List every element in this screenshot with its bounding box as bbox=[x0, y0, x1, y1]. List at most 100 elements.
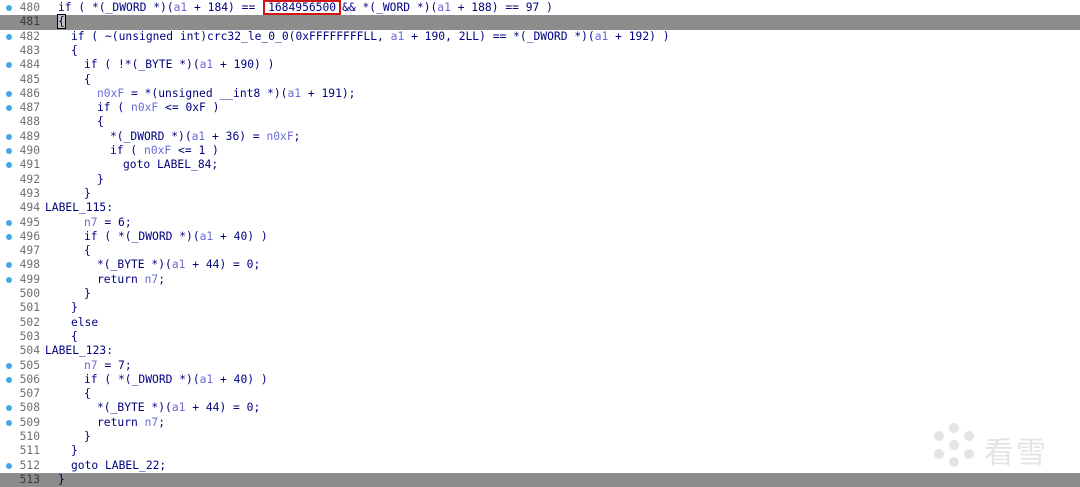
breakpoint-dot-icon[interactable] bbox=[6, 362, 12, 369]
code-text[interactable]: { bbox=[84, 244, 91, 258]
line-number: 508 bbox=[19, 401, 40, 415]
code-line-483[interactable]: 483 { bbox=[0, 44, 1080, 58]
line-number: 482 bbox=[19, 29, 40, 43]
code-line-511[interactable]: 511} bbox=[0, 444, 1080, 458]
code-text[interactable]: } bbox=[71, 301, 78, 315]
code-text[interactable]: goto LABEL_84; bbox=[123, 158, 218, 172]
code-text[interactable]: if ( n0xF <= 1 ) bbox=[110, 144, 219, 158]
code-text[interactable]: } bbox=[71, 444, 78, 458]
code-text[interactable]: } bbox=[84, 430, 91, 444]
code-text[interactable]: LABEL_123: bbox=[45, 344, 113, 358]
code-line-489[interactable]: 489 *(_DWORD *)(a1 + 36) = n0xF; bbox=[0, 130, 1080, 144]
code-text[interactable]: return n7; bbox=[97, 416, 165, 430]
breakpoint-dot-icon[interactable] bbox=[6, 419, 12, 426]
breakpoint-dot-icon[interactable] bbox=[6, 262, 12, 269]
code-line-501[interactable]: 501} bbox=[0, 301, 1080, 315]
code-token: + 191); bbox=[301, 86, 356, 100]
code-line-484[interactable]: 484 if ( !*(_BYTE *)(a1 + 190) ) bbox=[0, 58, 1080, 72]
code-line-506[interactable]: 506 if ( *(_DWORD *)(a1 + 40) ) bbox=[0, 373, 1080, 387]
code-line-509[interactable]: 509 return n7; bbox=[0, 416, 1080, 430]
breakpoint-dot-icon[interactable] bbox=[6, 376, 12, 383]
code-line-499[interactable]: 499 return n7; bbox=[0, 273, 1080, 287]
code-text[interactable]: if ( ~(unsigned int)crc32_le_0_0(0xFFFFF… bbox=[71, 30, 670, 44]
line-number: 492 bbox=[19, 172, 40, 186]
breakpoint-dot-icon[interactable] bbox=[6, 405, 12, 412]
code-line-508[interactable]: 508 *(_BYTE *)(a1 + 44) = 0; bbox=[0, 401, 1080, 415]
code-line-496[interactable]: 496 if ( *(_DWORD *)(a1 + 40) ) bbox=[0, 230, 1080, 244]
code-line-495[interactable]: 495 n7 = 6; bbox=[0, 216, 1080, 230]
breakpoint-dot-icon[interactable] bbox=[6, 148, 12, 154]
code-text[interactable]: if ( *(_DWORD *)(a1 + 40) ) bbox=[84, 373, 268, 387]
code-text[interactable]: { bbox=[97, 115, 104, 129]
breakpoint-dot-icon[interactable] bbox=[6, 462, 12, 469]
code-text[interactable]: } bbox=[58, 473, 65, 487]
breakpoint-dot-icon[interactable] bbox=[6, 233, 12, 240]
code-line-487[interactable]: 487 if ( n0xF <= 0xF ) bbox=[0, 101, 1080, 115]
code-line-503[interactable]: 503 { bbox=[0, 330, 1080, 344]
code-text[interactable]: n0xF = *(unsigned __int8 *)(a1 + 191); bbox=[97, 87, 355, 101]
code-text[interactable]: { bbox=[71, 44, 78, 58]
code-token: *(_DWORD *)( bbox=[110, 129, 192, 143]
breakpoint-dot-icon[interactable] bbox=[6, 219, 12, 226]
code-text[interactable]: if ( n0xF <= 0xF ) bbox=[97, 101, 219, 115]
breakpoint-dot-icon[interactable] bbox=[6, 5, 12, 11]
code-token: if ( bbox=[110, 144, 145, 157]
code-text[interactable]: { bbox=[71, 330, 78, 344]
code-line-491[interactable]: 491 goto LABEL_84; bbox=[0, 158, 1080, 172]
code-token: goto LABEL_84; bbox=[123, 158, 219, 172]
code-line-505[interactable]: 505 n7 = 7; bbox=[0, 359, 1080, 373]
code-text[interactable]: n7 = 6; bbox=[84, 216, 132, 230]
breakpoint-dot-icon[interactable] bbox=[6, 276, 12, 283]
code-text[interactable]: goto LABEL_22; bbox=[71, 459, 166, 473]
code-text[interactable]: LABEL_115: bbox=[45, 201, 113, 215]
breakpoint-dot-icon[interactable] bbox=[6, 162, 12, 169]
breakpoint-dot-icon[interactable] bbox=[6, 90, 12, 97]
breakpoint-dot-icon[interactable] bbox=[6, 133, 12, 140]
code-text[interactable]: *(_BYTE *)(a1 + 44) = 0; bbox=[97, 401, 260, 415]
code-token: + 192) ) bbox=[608, 29, 670, 43]
code-line-481[interactable]: 481 { bbox=[0, 14, 1080, 30]
code-text[interactable]: *(_DWORD *)(a1 + 36) = n0xF; bbox=[110, 130, 300, 144]
code-text[interactable]: { bbox=[57, 14, 66, 30]
code-text[interactable]: *(_BYTE *)(a1 + 44) = 0; bbox=[97, 258, 260, 272]
code-line-493[interactable]: 493} bbox=[0, 187, 1080, 201]
code-text[interactable]: } bbox=[84, 187, 91, 201]
code-text[interactable]: { bbox=[84, 387, 91, 401]
code-line-492[interactable]: 492} bbox=[0, 173, 1080, 187]
code-line-480[interactable]: 480 if ( *(_DWORD *)(a1 + 184) == 1684956… bbox=[0, 0, 1080, 15]
code-line-490[interactable]: 490 if ( n0xF <= 1 ) bbox=[0, 144, 1080, 158]
variable-token: n7 bbox=[84, 358, 98, 372]
pseudocode-view[interactable]: 480 if ( *(_DWORD *)(a1 + 184) == 1684956… bbox=[0, 0, 1080, 487]
code-text[interactable]: } bbox=[84, 287, 91, 301]
code-line-488[interactable]: 488 { bbox=[0, 115, 1080, 129]
breakpoint-dot-icon[interactable] bbox=[6, 33, 12, 40]
code-text[interactable]: if ( *(_DWORD *)(a1 + 40) ) bbox=[84, 230, 268, 244]
code-line-482[interactable]: 482 if ( ~(unsigned int)crc32_le_0_0(0xFF… bbox=[0, 30, 1080, 44]
code-text[interactable]: } bbox=[97, 173, 104, 187]
code-text[interactable]: if ( !*(_BYTE *)(a1 + 190) ) bbox=[84, 58, 274, 72]
code-line-485[interactable]: 485 { bbox=[0, 73, 1080, 87]
code-line-500[interactable]: 500} bbox=[0, 287, 1080, 301]
code-line-497[interactable]: 497 { bbox=[0, 244, 1080, 258]
code-line-498[interactable]: 498 *(_BYTE *)(a1 + 44) = 0; bbox=[0, 258, 1080, 272]
variable-token: n7 bbox=[84, 215, 98, 229]
code-line-502[interactable]: 502 else bbox=[0, 316, 1080, 330]
code-token: *(_BYTE *)( bbox=[97, 258, 172, 272]
code-text[interactable]: { bbox=[84, 73, 91, 87]
code-text[interactable]: else bbox=[71, 316, 98, 330]
code-token: { bbox=[84, 244, 91, 258]
code-line-507[interactable]: 507 { bbox=[0, 387, 1080, 401]
code-line-504[interactable]: 504 LABEL_123: bbox=[0, 344, 1080, 358]
code-line-494[interactable]: 494 LABEL_115: bbox=[0, 201, 1080, 215]
code-text[interactable]: if ( *(_DWORD *)(a1 + 184) == 1684956500… bbox=[58, 0, 553, 15]
breakpoint-dot-icon[interactable] bbox=[6, 105, 12, 112]
code-line-512[interactable]: 512 goto LABEL_22; bbox=[0, 459, 1080, 473]
code-text[interactable]: n7 = 7; bbox=[84, 359, 132, 373]
code-text[interactable]: return n7; bbox=[97, 273, 165, 287]
variable-token: n0xF bbox=[97, 86, 125, 100]
variable-token: a1 bbox=[199, 229, 214, 243]
breakpoint-dot-icon[interactable] bbox=[6, 62, 12, 69]
code-line-510[interactable]: 510} bbox=[0, 430, 1080, 444]
code-line-513[interactable]: 513} bbox=[0, 472, 1080, 487]
code-line-486[interactable]: 486 n0xF = *(unsigned __int8 *)(a1 + 191)… bbox=[0, 87, 1080, 101]
